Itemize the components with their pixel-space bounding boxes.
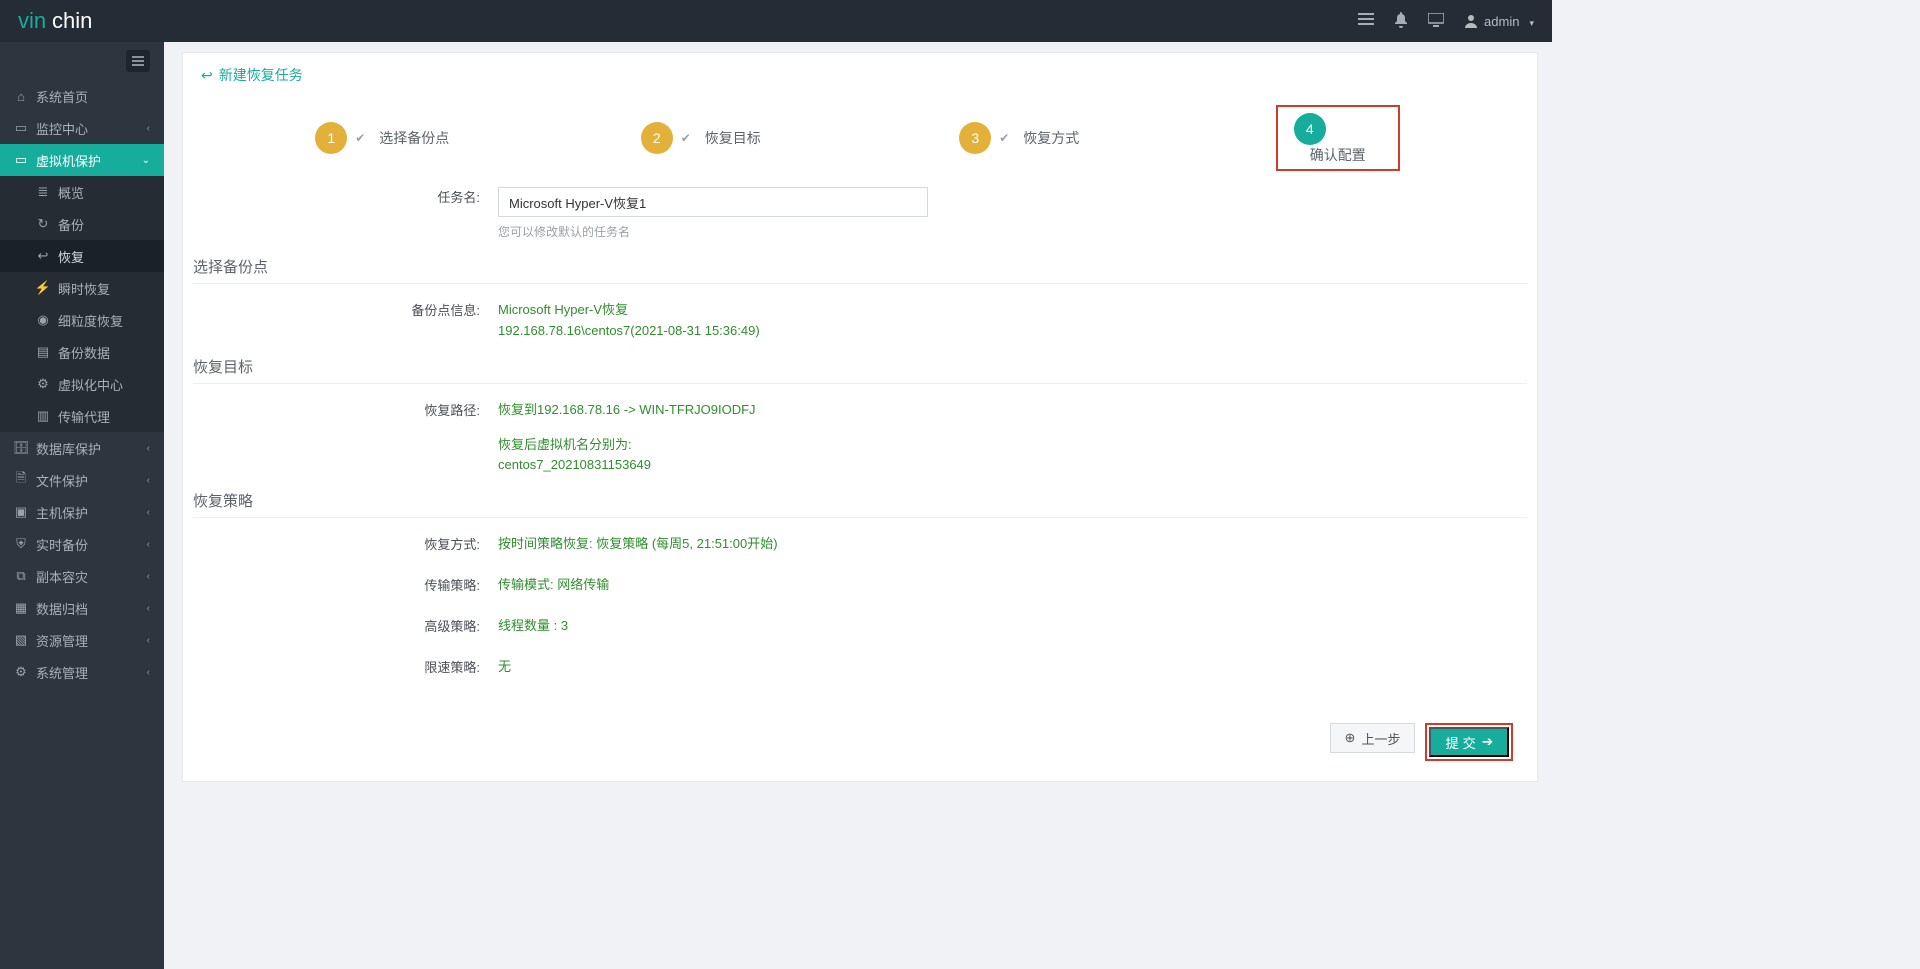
sidebar-sub-overview[interactable]: ≣ 概览: [0, 176, 164, 208]
arrow-left-icon: ⊕: [1345, 730, 1356, 746]
wizard-panel: ↩ 新建恢复任务 1 ✔ 选择备份点 2 ✔ 恢复目标 3: [182, 52, 1538, 782]
sidebar-item-hostprotect[interactable]: ▣ 主机保护 ‹: [0, 496, 164, 528]
sidebar-collapse: [0, 42, 164, 80]
backup-info-value: Microsoft Hyper-V恢复 192.168.78.16\centos…: [498, 300, 1527, 342]
step-4[interactable]: 4 确认配置: [1179, 105, 1498, 171]
chevron-left-icon: ‹: [147, 123, 150, 134]
shield-icon: ⛨: [14, 536, 28, 552]
gear-icon: ⚙: [14, 664, 28, 680]
share-icon: ↻: [36, 216, 50, 232]
topbar: vin chin admin: [0, 0, 1552, 42]
mode-label: 恢复方式:: [193, 534, 498, 555]
gear-icon: ⚙: [36, 376, 50, 392]
sidebar-sub-agent[interactable]: ▥ 传输代理: [0, 400, 164, 432]
panel-title: ↩ 新建恢复任务: [183, 53, 1537, 95]
chevron-left-icon: ‹: [147, 443, 150, 454]
limit-value: 无: [498, 657, 1527, 678]
sidebar-item-replica[interactable]: ⧉ 副本容灾 ‹: [0, 560, 164, 592]
sidebar-item-resource[interactable]: ▧ 资源管理 ‹: [0, 624, 164, 656]
desktop-icon: ▭: [14, 152, 28, 168]
wizard-buttons: ⊕ 上一步 提 交 ➔: [1316, 713, 1527, 771]
chevron-left-icon: ‹: [147, 667, 150, 678]
submit-button[interactable]: 提 交 ➔: [1429, 727, 1509, 757]
taskname-input[interactable]: [498, 187, 928, 217]
sidebar-item-monitor[interactable]: ▭ 监控中心 ‹: [0, 112, 164, 144]
chevron-left-icon: ‹: [147, 603, 150, 614]
sidebar-sub-backupdata[interactable]: ▤ 备份数据: [0, 336, 164, 368]
sidebar-item-home[interactable]: ⌂ 系统首页: [0, 80, 164, 112]
copy-icon: ⧉: [14, 568, 28, 584]
chevron-left-icon: ‹: [147, 571, 150, 582]
step-1[interactable]: 1 ✔ 选择备份点: [223, 105, 542, 171]
sidebar-sub-granular[interactable]: ◉ 细粒度恢复: [0, 304, 164, 336]
section-target: 恢复目标: [183, 348, 1537, 383]
grid-icon: ▧: [14, 632, 28, 648]
check-icon: ✔: [999, 131, 1009, 145]
limit-label: 限速策略:: [193, 657, 498, 678]
server-icon: ▣: [14, 504, 28, 520]
user-menu[interactable]: admin: [1464, 14, 1534, 29]
submit-wrap: 提 交 ➔: [1425, 723, 1513, 761]
sidebar-item-vmprotect[interactable]: ▭ 虚拟机保护 ⌄: [0, 144, 164, 176]
monitor-icon: ▭: [14, 120, 28, 136]
sidebar-item-fileprotect[interactable]: 🗎 文件保护 ‹: [0, 464, 164, 496]
chevron-left-icon: ‹: [147, 475, 150, 486]
taskname-hint: 您可以修改默认的任务名: [498, 217, 1527, 242]
hamburger-icon[interactable]: [126, 50, 150, 72]
database-icon: ▤: [36, 344, 50, 360]
step-2[interactable]: 2 ✔ 恢复目标: [542, 105, 861, 171]
list-icon[interactable]: [1358, 13, 1374, 30]
brand-logo: vin chin: [18, 0, 128, 42]
chevron-down-icon: [1525, 14, 1534, 29]
backup-info-label: 备份点信息:: [193, 300, 498, 342]
adv-value: 线程数量 : 3: [498, 616, 1527, 637]
database-icon: 🗄: [14, 440, 28, 456]
section-policy: 恢复策略: [183, 482, 1537, 517]
file-icon: 🗎: [14, 469, 28, 491]
trans-label: 传输策略:: [193, 575, 498, 596]
sidebar-sub-virtcenter[interactable]: ⚙ 虚拟化中心: [0, 368, 164, 400]
sidebar-item-dbprotect[interactable]: 🗄 数据库保护 ‹: [0, 432, 164, 464]
user-name: admin: [1484, 14, 1519, 29]
chevron-left-icon: ‹: [147, 539, 150, 550]
check-icon: ✔: [355, 131, 365, 145]
step-3[interactable]: 3 ✔ 恢复方式: [860, 105, 1179, 171]
mode-value: 按时间策略恢复: 恢复策略 (每周5, 21:51:00开始): [498, 534, 1527, 555]
sidebar-sub-backup[interactable]: ↻ 备份: [0, 208, 164, 240]
list-icon: ≣: [36, 184, 50, 200]
wizard-steps: 1 ✔ 选择备份点 2 ✔ 恢复目标 3 ✔ 恢复方式: [183, 95, 1537, 177]
sidebar: ⌂ 系统首页 ▭ 监控中心 ‹ ▭ 虚拟机保护 ⌄ ≣ 概览 ↻ 备份: [0, 42, 164, 969]
svg-text:chin: chin: [52, 8, 92, 33]
check-icon: ✔: [681, 131, 691, 145]
bolt-icon: ⚡: [36, 280, 50, 296]
home-icon: ⌂: [14, 89, 28, 104]
chevron-left-icon: ‹: [147, 635, 150, 646]
svg-text:vin: vin: [18, 8, 46, 33]
trans-value: 传输模式: 网络传输: [498, 575, 1527, 596]
undo-icon: ↩: [201, 67, 213, 84]
chevron-down-icon: ⌄: [142, 155, 150, 166]
monitor-icon[interactable]: [1428, 13, 1444, 30]
sidebar-item-archive[interactable]: ▦ 数据归档 ‹: [0, 592, 164, 624]
eye-icon: ◉: [36, 312, 50, 328]
layers-icon: ▥: [36, 408, 50, 424]
restore-path-value: 恢复到192.168.78.16 -> WIN-TFRJO9IODFJ 恢复后虚…: [498, 400, 1527, 476]
taskname-label: 任务名:: [193, 187, 498, 242]
undo-icon: ↩: [36, 248, 50, 264]
adv-label: 高级策略:: [193, 616, 498, 637]
sidebar-sub-restore[interactable]: ↩ 恢复: [0, 240, 164, 272]
bell-icon[interactable]: [1394, 12, 1408, 31]
sidebar-sub-instant[interactable]: ⚡ 瞬时恢复: [0, 272, 164, 304]
section-backup: 选择备份点: [183, 248, 1537, 283]
restore-path-label: 恢复路径:: [193, 400, 498, 476]
archive-icon: ▦: [14, 600, 28, 616]
prev-button[interactable]: ⊕ 上一步: [1330, 723, 1416, 753]
sidebar-item-system[interactable]: ⚙ 系统管理 ‹: [0, 656, 164, 688]
chevron-left-icon: ‹: [147, 507, 150, 518]
arrow-right-icon: ➔: [1482, 734, 1493, 750]
sidebar-item-realtime[interactable]: ⛨ 实时备份 ‹: [0, 528, 164, 560]
